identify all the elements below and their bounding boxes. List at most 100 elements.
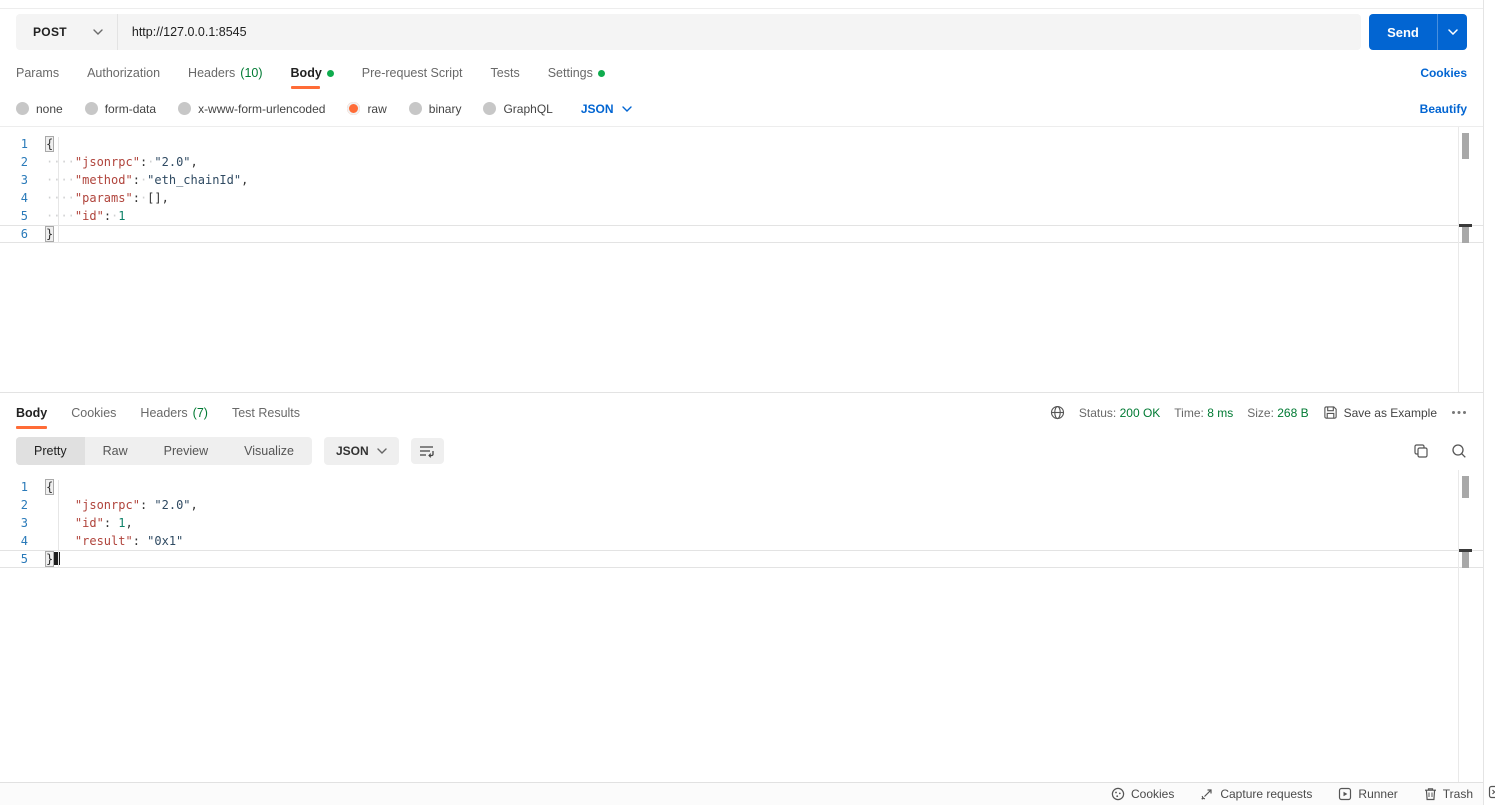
radio-dot-selected bbox=[347, 102, 361, 115]
save-icon bbox=[1323, 405, 1338, 420]
chevron-down-icon bbox=[621, 105, 632, 112]
copy-icon[interactable] bbox=[1413, 443, 1429, 459]
radio-x-www-form-urlencoded[interactable]: x-www-form-urlencoded bbox=[178, 102, 325, 116]
postman-request-view: POST http://127.0.0.1:8545 Send Params A… bbox=[0, 0, 1495, 805]
tab-settings[interactable]: Settings bbox=[548, 55, 605, 91]
view-mode-switcher: Pretty Raw Preview Visualize bbox=[16, 437, 312, 465]
time-badge[interactable]: Time: 8 ms bbox=[1174, 406, 1233, 420]
code-line[interactable]: 6} bbox=[0, 225, 1483, 243]
response-body-editor[interactable]: 1{2 "jsonrpc": "2.0", 3 "id": 1, 4 "result… bbox=[0, 470, 1483, 782]
code-line[interactable]: 2 ····"jsonrpc":·"2.0", bbox=[0, 153, 1483, 171]
method-label: POST bbox=[33, 25, 67, 39]
headers-count: (10) bbox=[240, 66, 263, 80]
view-preview[interactable]: Preview bbox=[146, 437, 226, 465]
runner-icon bbox=[1338, 787, 1352, 801]
response-meta: Status: 200 OK Time: 8 ms Size: 268 B Sa… bbox=[1050, 405, 1467, 420]
code-line[interactable]: 4 ····"params":·[], bbox=[0, 189, 1483, 207]
cursor-position-thumb bbox=[1462, 227, 1469, 243]
size-badge[interactable]: Size: 268 B bbox=[1247, 406, 1308, 420]
view-raw[interactable]: Raw bbox=[85, 437, 146, 465]
wrap-text-button[interactable] bbox=[410, 438, 444, 464]
code-line[interactable]: 3 "id": 1, bbox=[0, 514, 1483, 532]
main-pane: POST http://127.0.0.1:8545 Send Params A… bbox=[0, 0, 1483, 805]
line-number: 1 bbox=[20, 480, 28, 494]
line-number: 2 bbox=[20, 498, 28, 512]
chevron-down-icon bbox=[376, 448, 387, 454]
chevron-down-icon bbox=[1447, 29, 1458, 35]
more-options-icon[interactable] bbox=[1451, 410, 1467, 415]
code-line[interactable]: 5} bbox=[0, 550, 1483, 568]
radio-dot bbox=[84, 102, 98, 115]
trash-icon bbox=[1424, 787, 1437, 801]
line-number: 3 bbox=[20, 516, 28, 530]
response-editor-scrollbar[interactable] bbox=[1458, 470, 1472, 782]
method-selector[interactable]: POST bbox=[16, 25, 117, 39]
console-partial-icon[interactable] bbox=[1488, 785, 1495, 799]
scrollbar-thumb[interactable] bbox=[1462, 476, 1469, 498]
radio-graphql[interactable]: GraphQL bbox=[483, 102, 553, 116]
send-label[interactable]: Send bbox=[1369, 14, 1437, 50]
beautify-link[interactable]: Beautify bbox=[1420, 102, 1467, 116]
body-modified-dot bbox=[326, 69, 334, 77]
scrollbar-thumb[interactable] bbox=[1462, 133, 1469, 159]
radio-dot bbox=[483, 102, 497, 115]
view-visualize[interactable]: Visualize bbox=[226, 437, 312, 465]
save-as-example-button[interactable]: Save as Example bbox=[1323, 405, 1437, 420]
response-tabs: Body Cookies Headers (7) Test Results bbox=[16, 395, 1050, 431]
active-tab-underline bbox=[290, 86, 320, 89]
search-icon[interactable] bbox=[1451, 443, 1467, 459]
code-line[interactable]: 5 ····"id":·1 bbox=[0, 207, 1483, 225]
request-editor-scrollbar[interactable] bbox=[1458, 127, 1472, 392]
footer-runner-button[interactable]: Runner bbox=[1338, 787, 1398, 801]
code-line[interactable]: 2 "jsonrpc": "2.0", bbox=[0, 496, 1483, 514]
wrap-text-icon bbox=[419, 444, 436, 458]
send-button[interactable]: Send bbox=[1369, 14, 1467, 50]
tab-pre-request-script[interactable]: Pre-request Script bbox=[362, 55, 463, 91]
code-line[interactable]: 3 ····"method":·"eth_chainId", bbox=[0, 171, 1483, 189]
footer-capture-requests-button[interactable]: Capture requests bbox=[1200, 787, 1312, 801]
tab-headers[interactable]: Headers (10) bbox=[188, 55, 262, 91]
network-globe-icon[interactable] bbox=[1050, 405, 1065, 420]
radio-form-data[interactable]: form-data bbox=[84, 102, 156, 116]
footer-cookies-button[interactable]: Cookies bbox=[1111, 787, 1174, 801]
send-options-button[interactable] bbox=[1437, 14, 1467, 50]
raw-format-selector[interactable]: JSON bbox=[581, 102, 632, 116]
cookies-link[interactable]: Cookies bbox=[1420, 66, 1467, 80]
line-number: 4 bbox=[20, 191, 28, 205]
tab-response-body[interactable]: Body bbox=[16, 395, 48, 431]
tab-body[interactable]: Body bbox=[290, 55, 334, 91]
url-bar: POST http://127.0.0.1:8545 bbox=[16, 14, 1361, 50]
response-header: Body Cookies Headers (7) Test Results St… bbox=[0, 392, 1483, 432]
radio-dot bbox=[16, 102, 29, 115]
tab-params[interactable]: Params bbox=[16, 55, 59, 91]
tab-test-results[interactable]: Test Results bbox=[232, 395, 300, 431]
response-headers-count: (7) bbox=[192, 405, 208, 420]
top-divider bbox=[0, 0, 1483, 9]
tab-response-cookies[interactable]: Cookies bbox=[71, 395, 116, 431]
footer-status-bar: Cookies Capture requests Runner Trash bbox=[0, 782, 1483, 805]
url-input[interactable]: http://127.0.0.1:8545 bbox=[118, 25, 1361, 39]
line-number: 4 bbox=[20, 534, 28, 548]
code-line[interactable]: 1{ bbox=[0, 135, 1483, 153]
radio-none[interactable]: none bbox=[16, 102, 63, 116]
footer-trash-button[interactable]: Trash bbox=[1424, 787, 1473, 801]
right-sidebar-rail[interactable] bbox=[1483, 0, 1495, 805]
status-badge[interactable]: Status: 200 OK bbox=[1079, 406, 1160, 420]
request-tabs: Params Authorization Headers (10) Body P… bbox=[16, 55, 1420, 91]
line-number: 6 bbox=[20, 227, 28, 241]
tab-tests[interactable]: Tests bbox=[491, 55, 520, 91]
url-row: POST http://127.0.0.1:8545 Send bbox=[0, 9, 1483, 55]
radio-raw[interactable]: raw bbox=[347, 102, 387, 116]
request-tab-bar: Params Authorization Headers (10) Body P… bbox=[0, 55, 1483, 91]
radio-binary[interactable]: binary bbox=[408, 102, 461, 116]
code-line[interactable]: 1{ bbox=[0, 478, 1483, 496]
request-body-editor[interactable]: 1{2 ····"jsonrpc":·"2.0", 3 ····"method":·"… bbox=[0, 127, 1483, 392]
code-line[interactable]: 4 "result": "0x1" bbox=[0, 532, 1483, 550]
tab-response-headers[interactable]: Headers (7) bbox=[140, 395, 208, 431]
settings-modified-dot bbox=[597, 69, 605, 77]
view-pretty[interactable]: Pretty bbox=[16, 437, 85, 465]
capture-requests-icon bbox=[1200, 787, 1214, 801]
tab-authorization[interactable]: Authorization bbox=[87, 55, 160, 91]
response-toolbar: Pretty Raw Preview Visualize JSON bbox=[0, 432, 1483, 470]
response-format-selector[interactable]: JSON bbox=[323, 437, 399, 465]
